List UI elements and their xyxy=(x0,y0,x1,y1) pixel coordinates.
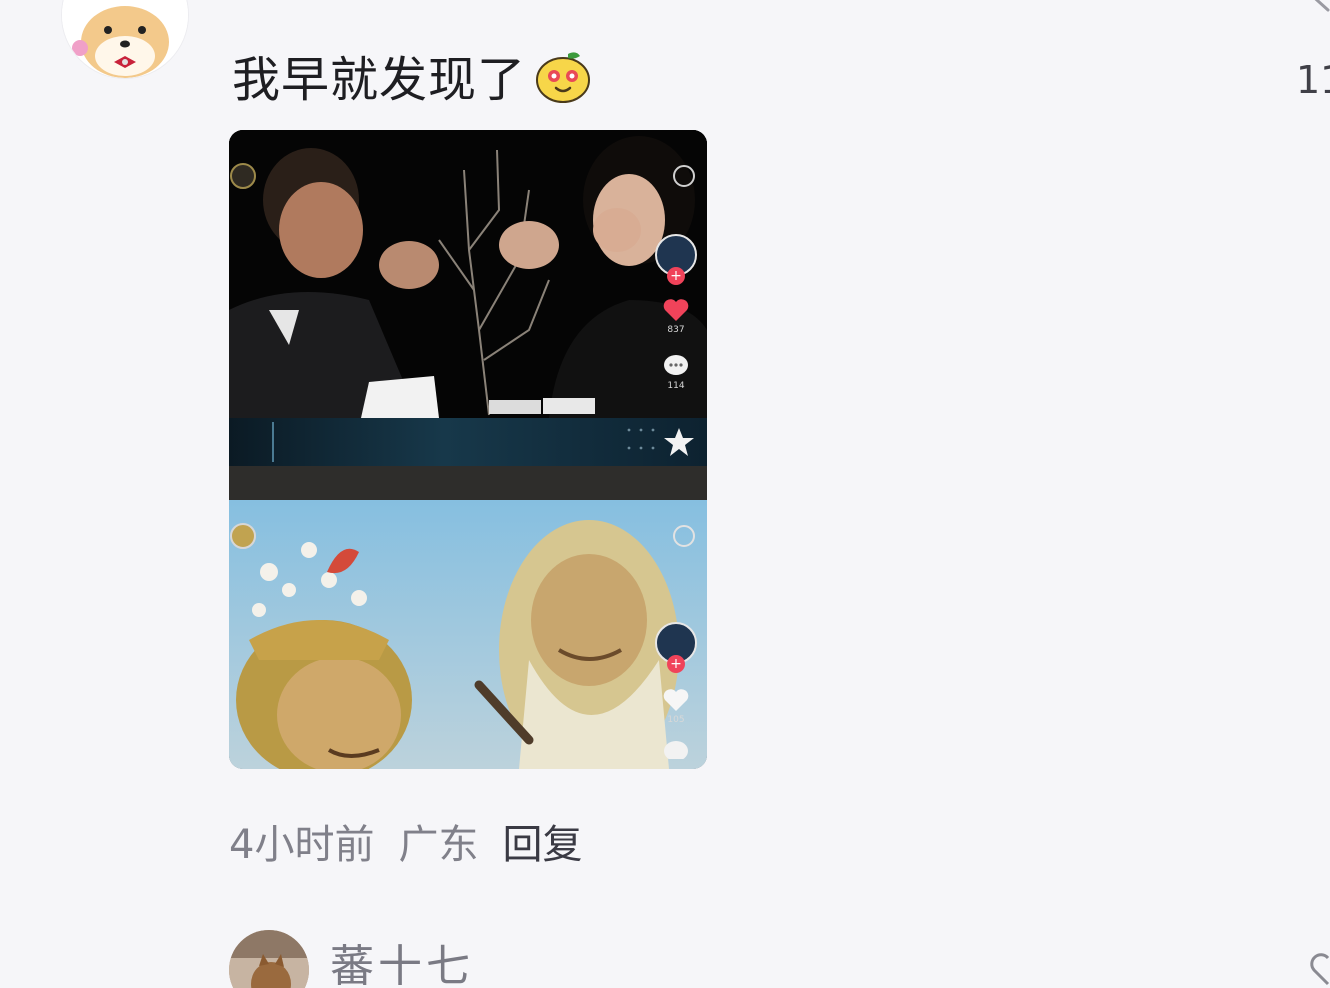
avatar[interactable] xyxy=(229,930,309,988)
video-like-count: 105 xyxy=(667,715,685,725)
follow-plus-icon: + xyxy=(667,267,685,285)
heart-icon xyxy=(663,689,689,711)
heart-icon xyxy=(663,299,689,321)
video-comment-count: 114 xyxy=(667,381,685,391)
image-divider xyxy=(229,466,707,500)
comment-text: 我早就发现了 xyxy=(232,52,527,108)
comment-time: 4小时前 xyxy=(229,822,375,868)
scene-laughing-opera-characters xyxy=(229,500,707,769)
reply-button[interactable]: 回复 xyxy=(502,812,582,870)
smiling-mango-sticker-icon xyxy=(536,52,591,103)
like-count: 11 xyxy=(1296,58,1330,102)
avatar[interactable] xyxy=(62,0,188,78)
like-heart-icon[interactable] xyxy=(1306,948,1330,988)
video-frame-bottom: + 105 xyxy=(229,500,707,769)
comment-meta: 4小时前 广东 回复 xyxy=(229,812,582,870)
video-caption-strip xyxy=(229,418,707,466)
video-like-count: 837 xyxy=(667,325,685,335)
like-heart-icon[interactable] xyxy=(1300,0,1330,24)
scene-laughing-couple xyxy=(229,130,707,418)
shiba-dog-avatar-icon xyxy=(62,0,188,78)
comment-thread: 11 我早就发现了 xyxy=(0,0,1330,988)
cat-avatar-icon xyxy=(229,930,309,988)
star-icon xyxy=(272,422,694,462)
username[interactable]: 蕃十七 xyxy=(330,930,474,988)
comment-image[interactable]: + 837 114 + 105 xyxy=(229,130,707,769)
video-frame-top: + 837 114 xyxy=(229,130,707,418)
follow-plus-icon: + xyxy=(667,655,685,673)
comment-body: 我早就发现了 xyxy=(232,40,592,110)
video-side-rail-top: + 837 114 xyxy=(655,234,697,391)
comment-bubble-icon xyxy=(664,741,688,759)
comment-bubble-icon xyxy=(664,355,688,375)
video-side-rail-bottom: + 105 xyxy=(655,622,697,759)
comment-location: 广东 xyxy=(398,822,479,868)
